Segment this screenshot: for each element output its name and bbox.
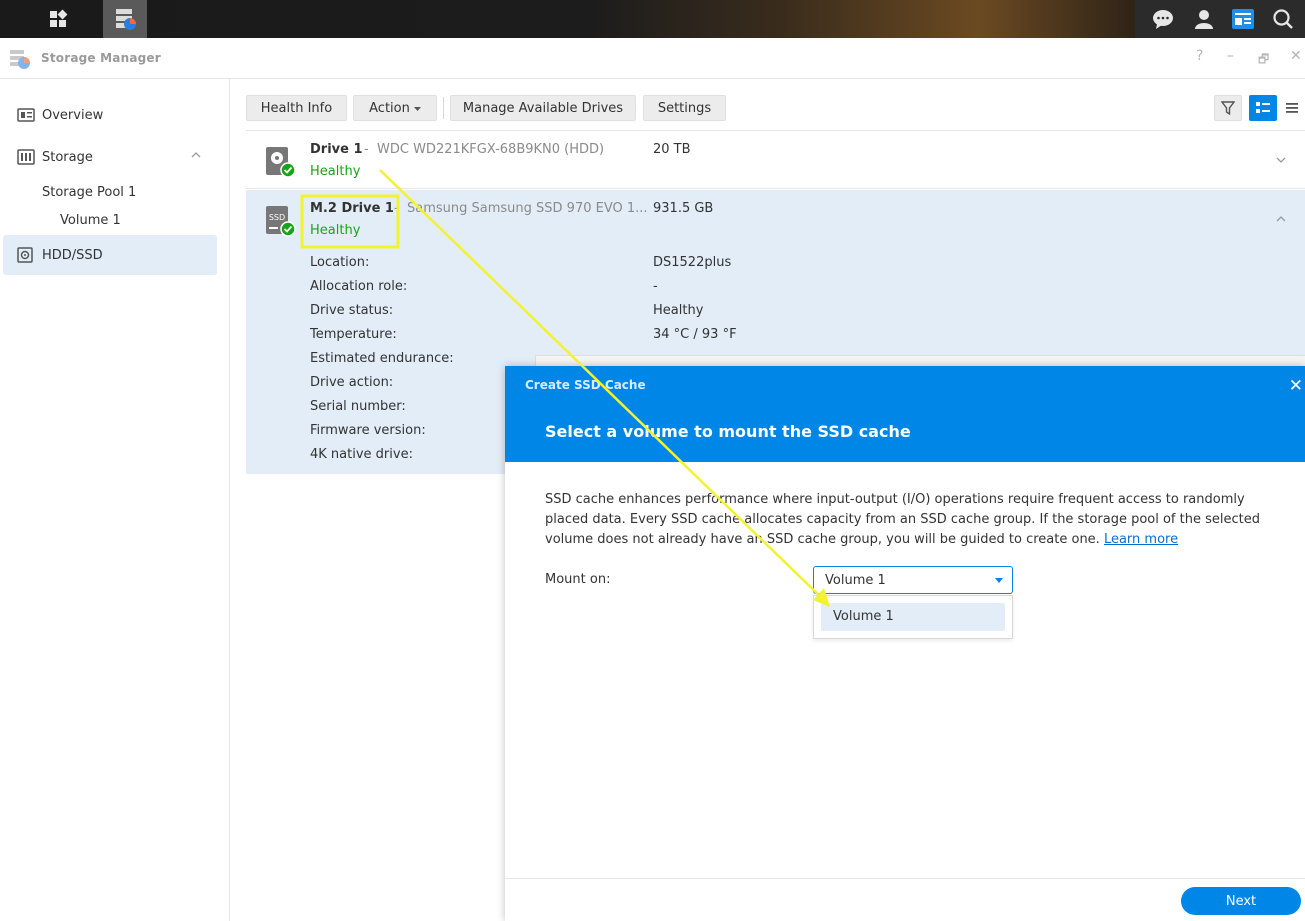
sidebar-item-hdd-ssd[interactable]: HDD/SSD — [3, 235, 217, 275]
minimize-icon[interactable]: – — [1227, 48, 1234, 64]
detail-label: Drive action: — [310, 375, 394, 390]
drive-model: Samsung Samsung SSD 970 EVO 1... — [407, 201, 648, 216]
select-value: Volume 1 — [825, 573, 886, 588]
detail-label: Estimated endurance: — [310, 351, 454, 366]
detail-label: Serial number: — [310, 399, 406, 414]
health-info-button[interactable]: Health Info — [246, 95, 347, 121]
caret-down-icon — [413, 101, 421, 116]
detail-value: Healthy — [653, 303, 704, 318]
chevron-up-icon[interactable] — [1275, 212, 1287, 226]
drive-capacity: 20 TB — [653, 142, 691, 157]
window-titlebar: Storage Manager ? – 🗗 ✕ — [0, 38, 1305, 79]
compact-view-icon[interactable] — [1280, 95, 1304, 121]
option-label: Volume 1 — [833, 609, 894, 624]
action-label: Action — [369, 100, 410, 116]
detail-label: Firmware version: — [310, 423, 426, 438]
learn-more-link[interactable]: Learn more — [1104, 532, 1178, 547]
create-ssd-cache-dialog: Create SSD Cache Select a volume to moun… — [505, 366, 1305, 921]
sidebar-item-overview[interactable]: Overview — [0, 95, 229, 135]
widgets-icon[interactable] — [1221, 0, 1265, 38]
manage-drives-button[interactable]: Manage Available Drives — [450, 95, 636, 121]
drive-capacity: 931.5 GB — [653, 201, 714, 216]
sidebar: Overview Storage Storage Pool 1 Volume 1… — [0, 79, 230, 921]
drive-name: M.2 Drive 1 — [310, 201, 394, 216]
chevron-down-icon[interactable] — [1275, 153, 1287, 167]
detail-value: - — [653, 279, 658, 294]
detail-label: Temperature: — [310, 327, 397, 342]
list-view-icon[interactable] — [1249, 95, 1277, 121]
main-menu-icon[interactable] — [36, 0, 80, 38]
help-icon[interactable]: ? — [1196, 48, 1203, 64]
hdd-drive-icon — [265, 146, 297, 182]
drive-name: Drive 1 — [310, 142, 363, 157]
footer-divider — [505, 878, 1305, 879]
overview-icon — [17, 107, 35, 123]
dialog-title: Create SSD Cache — [525, 378, 646, 392]
filter-icon[interactable] — [1214, 95, 1242, 121]
taskbar-tray — [1135, 0, 1305, 38]
detail-label: Location: — [310, 255, 370, 270]
ssd-icon-label: SSD — [269, 213, 285, 222]
detail-value: 34 °C / 93 °F — [653, 327, 737, 342]
drive-status: Healthy — [310, 223, 361, 238]
drive-status: Healthy — [310, 164, 361, 179]
sidebar-item-label: Overview — [42, 107, 104, 123]
action-dropdown-button[interactable]: Action — [353, 95, 437, 121]
volume-select[interactable]: Volume 1 — [813, 566, 1013, 594]
mount-on-label: Mount on: — [545, 572, 611, 587]
close-icon[interactable]: ✕ — [1289, 376, 1303, 396]
chevron-up-icon[interactable] — [190, 149, 202, 164]
close-icon[interactable]: ✕ — [1290, 48, 1302, 64]
storage-icon — [17, 149, 35, 165]
caret-down-icon — [995, 578, 1003, 583]
drive-separator: - — [394, 201, 399, 216]
storage-manager-taskbar-icon[interactable] — [103, 0, 147, 38]
toolbar-divider — [443, 97, 444, 119]
app-logo-icon — [9, 48, 31, 74]
detail-value: DS1522plus — [653, 255, 732, 270]
dialog-heading: Select a volume to mount the SSD cache — [545, 422, 911, 441]
dialog-description: SSD cache enhances performance where inp… — [545, 490, 1275, 550]
sidebar-item-label: Storage — [42, 149, 93, 165]
drive-model: WDC WD221KFGX-68B9KN0 (HDD) — [377, 142, 605, 157]
sidebar-item-volume[interactable]: Volume 1 — [60, 213, 121, 228]
hdd-icon — [17, 247, 33, 263]
ssd-drive-icon: SSD — [265, 205, 297, 241]
sidebar-item-storage[interactable]: Storage — [0, 137, 229, 177]
drive-separator: - — [364, 142, 369, 157]
search-icon[interactable] — [1261, 0, 1305, 38]
taskbar — [0, 0, 1305, 38]
detail-label: Allocation role: — [310, 279, 408, 294]
sidebar-item-label: HDD/SSD — [42, 247, 103, 263]
settings-button[interactable]: Settings — [643, 95, 726, 121]
detail-label: Drive status: — [310, 303, 394, 318]
dropdown-option[interactable]: Volume 1 — [821, 603, 1005, 631]
sidebar-item-storage-pool[interactable]: Storage Pool 1 — [42, 185, 136, 200]
window-title: Storage Manager — [41, 51, 161, 65]
dialog-header: Create SSD Cache Select a volume to moun… — [505, 366, 1305, 462]
detail-label: 4K native drive: — [310, 447, 413, 462]
restore-icon[interactable]: 🗗 — [1258, 50, 1269, 71]
chat-icon[interactable] — [1141, 0, 1185, 38]
next-button[interactable]: Next — [1181, 887, 1301, 915]
volume-dropdown: Volume 1 — [813, 595, 1013, 639]
drive-row[interactable]: Drive 1 - WDC WD221KFGX-68B9KN0 (HDD) He… — [246, 131, 1305, 189]
user-icon[interactable] — [1182, 0, 1226, 38]
